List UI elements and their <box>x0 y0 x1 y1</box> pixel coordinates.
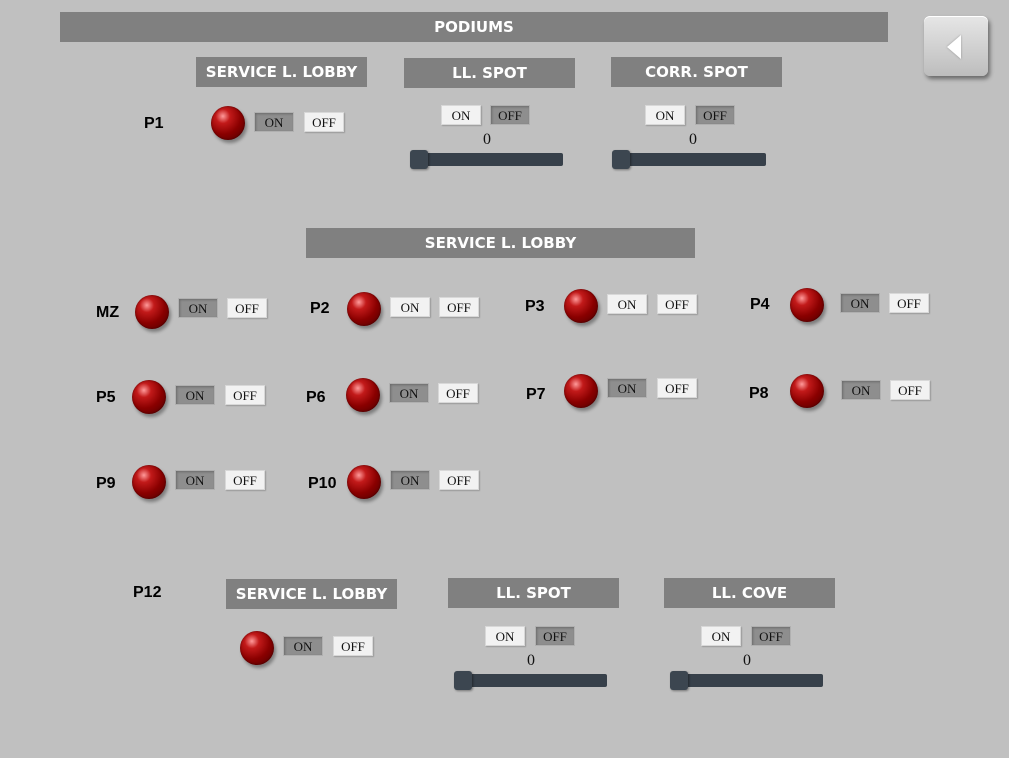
p1-service-lobby-header: SERVICE L. LOBBY <box>196 57 367 87</box>
p12-ll-spot-on-button[interactable]: ON <box>485 626 525 646</box>
p12-ll-cove-on-button[interactable]: ON <box>701 626 741 646</box>
lobby-item-label: P6 <box>306 389 326 406</box>
lobby-item-label: P9 <box>96 475 116 492</box>
lobby-item-off-button[interactable]: OFF <box>657 378 697 398</box>
p1-corr-spot-value: 0 <box>689 131 697 148</box>
lobby-item-off-button[interactable]: OFF <box>438 383 478 403</box>
p1-corr-spot-on-button[interactable]: ON <box>645 105 685 125</box>
page-title: PODIUMS <box>60 12 888 42</box>
lobby-item-on-button[interactable]: ON <box>607 294 647 314</box>
p1-service-lobby-off-button[interactable]: OFF <box>304 112 344 132</box>
p12-ll-cove-slider-thumb[interactable] <box>670 671 688 690</box>
back-button[interactable] <box>924 16 988 76</box>
p12-ll-cove-header: LL. COVE <box>664 578 835 608</box>
lobby-item-label: P3 <box>525 298 545 315</box>
lobby-item-label: P7 <box>526 386 546 403</box>
lobby-item-off-button[interactable]: OFF <box>439 297 479 317</box>
p1-corr-spot-header: CORR. SPOT <box>611 57 782 87</box>
lobby-header: SERVICE L. LOBBY <box>306 228 695 258</box>
lobby-item-lamp <box>347 292 381 326</box>
lobby-item-lamp <box>790 288 824 322</box>
p12-ll-cove-slider-track[interactable] <box>670 674 823 687</box>
p1-ll-spot-slider-track[interactable] <box>410 153 563 166</box>
p1-corr-spot-off-button[interactable]: OFF <box>695 105 735 125</box>
lobby-item-on-button[interactable]: ON <box>175 385 215 405</box>
back-arrow-icon <box>947 35 961 59</box>
lobby-item-off-button[interactable]: OFF <box>227 298 267 318</box>
lobby-item-label: P8 <box>749 385 769 402</box>
lobby-item-on-button[interactable]: ON <box>607 378 647 398</box>
p1-corr-spot-slider-thumb[interactable] <box>612 150 630 169</box>
lobby-item-lamp <box>347 465 381 499</box>
p1-ll-spot-off-button[interactable]: OFF <box>490 105 530 125</box>
lobby-item-lamp <box>135 295 169 329</box>
lobby-item-off-button[interactable]: OFF <box>890 380 930 400</box>
p1-corr-spot-slider-track[interactable] <box>612 153 766 166</box>
lobby-item-label: P4 <box>750 296 770 313</box>
p12-ll-spot-value: 0 <box>527 652 535 669</box>
p12-service-lobby-lamp <box>240 631 274 665</box>
p12-ll-spot-header: LL. SPOT <box>448 578 619 608</box>
p1-ll-spot-on-button[interactable]: ON <box>441 105 481 125</box>
lobby-item-on-button[interactable]: ON <box>841 380 881 400</box>
lobby-item-on-button[interactable]: ON <box>390 470 430 490</box>
lobby-item-lamp <box>564 289 598 323</box>
lobby-item-off-button[interactable]: OFF <box>889 293 929 313</box>
p1-label: P1 <box>144 115 164 132</box>
lobby-item-label: P2 <box>310 300 330 317</box>
lobby-item-lamp <box>132 465 166 499</box>
lobby-item-lamp <box>346 378 380 412</box>
p1-ll-spot-slider-thumb[interactable] <box>410 150 428 169</box>
lobby-item-label: MZ <box>96 304 120 321</box>
lobby-item-lamp <box>564 374 598 408</box>
p1-service-lobby-lamp <box>211 106 245 140</box>
p12-label: P12 <box>133 584 162 601</box>
lobby-item-label: P5 <box>96 389 116 406</box>
lobby-item-off-button[interactable]: OFF <box>225 470 265 490</box>
p12-ll-spot-slider-thumb[interactable] <box>454 671 472 690</box>
lobby-item-on-button[interactable]: ON <box>390 297 430 317</box>
p12-ll-spot-slider-track[interactable] <box>454 674 607 687</box>
lobby-item-on-button[interactable]: ON <box>389 383 429 403</box>
p12-ll-cove-value: 0 <box>743 652 751 669</box>
lobby-item-on-button[interactable]: ON <box>175 470 215 490</box>
p1-ll-spot-header: LL. SPOT <box>404 58 575 88</box>
lobby-item-on-button[interactable]: ON <box>178 298 218 318</box>
lobby-item-lamp <box>790 374 824 408</box>
p12-ll-cove-off-button[interactable]: OFF <box>751 626 791 646</box>
lobby-item-off-button[interactable]: OFF <box>225 385 265 405</box>
p12-service-lobby-off-button[interactable]: OFF <box>333 636 373 656</box>
p12-service-lobby-on-button[interactable]: ON <box>283 636 323 656</box>
p1-service-lobby-on-button[interactable]: ON <box>254 112 294 132</box>
lobby-item-lamp <box>132 380 166 414</box>
p12-ll-spot-off-button[interactable]: OFF <box>535 626 575 646</box>
lobby-item-off-button[interactable]: OFF <box>657 294 697 314</box>
lobby-item-label: P10 <box>308 475 337 492</box>
lobby-item-on-button[interactable]: ON <box>840 293 880 313</box>
p1-ll-spot-value: 0 <box>483 131 491 148</box>
lobby-item-off-button[interactable]: OFF <box>439 470 479 490</box>
p12-service-lobby-header: SERVICE L. LOBBY <box>226 579 397 609</box>
